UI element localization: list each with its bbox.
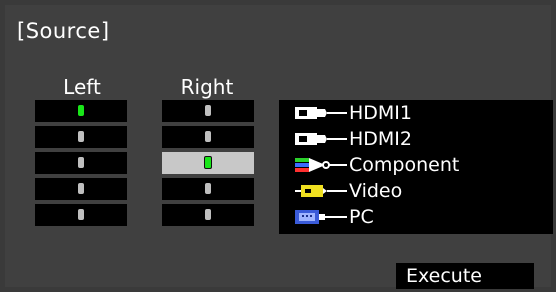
source-list: HDMI1 HDMI2 Component Video PC (279, 100, 553, 234)
vga-cable-icon (293, 208, 349, 226)
indicator-icon (78, 183, 84, 194)
left-slot-hdmi1[interactable] (35, 100, 127, 122)
source-label: HDMI1 (349, 102, 413, 124)
hdmi-cable-icon (293, 130, 349, 148)
indicator-icon (205, 105, 211, 116)
indicator-icon (205, 131, 211, 142)
active-indicator-icon (204, 156, 212, 169)
source-label: Video (349, 180, 403, 202)
source-item-pc[interactable]: PC (279, 204, 553, 230)
component-cable-icon (293, 156, 349, 174)
left-source-column (35, 100, 127, 230)
source-panel: [Source] Left Right HDMI1 HDMI2 Componen… (5, 5, 553, 289)
panel-title: [Source] (17, 19, 110, 43)
source-item-component[interactable]: Component (279, 152, 553, 178)
source-label: Component (349, 154, 460, 176)
indicator-icon (78, 209, 84, 220)
indicator-icon (205, 183, 211, 194)
execute-button[interactable]: Execute (396, 263, 534, 289)
indicator-icon (205, 209, 211, 220)
left-slot-hdmi2[interactable] (35, 126, 127, 148)
source-item-hdmi2[interactable]: HDMI2 (279, 126, 553, 152)
video-cable-icon (293, 182, 349, 200)
left-slot-video[interactable] (35, 178, 127, 200)
right-slot-hdmi2[interactable] (162, 126, 254, 148)
left-slot-component[interactable] (35, 152, 127, 174)
right-slot-component[interactable] (162, 152, 254, 174)
left-column-header: Left (63, 75, 101, 99)
indicator-icon (78, 131, 84, 142)
hdmi-cable-icon (293, 104, 349, 122)
source-item-video[interactable]: Video (279, 178, 553, 204)
indicator-icon (78, 157, 84, 168)
active-indicator-icon (78, 105, 84, 116)
source-item-hdmi1[interactable]: HDMI1 (279, 100, 553, 126)
right-source-column (162, 100, 254, 230)
right-slot-pc[interactable] (162, 204, 254, 226)
left-slot-pc[interactable] (35, 204, 127, 226)
source-label: PC (349, 206, 374, 228)
source-label: HDMI2 (349, 128, 413, 150)
right-column-header: Right (180, 75, 234, 99)
right-slot-video[interactable] (162, 178, 254, 200)
right-slot-hdmi1[interactable] (162, 100, 254, 122)
